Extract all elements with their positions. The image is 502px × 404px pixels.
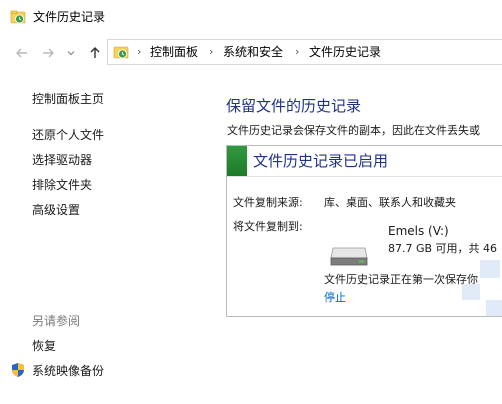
- drive-name: Emels (V:): [388, 224, 449, 238]
- up-button[interactable]: [86, 44, 104, 62]
- forward-button[interactable]: [39, 44, 57, 62]
- blur-block: [462, 284, 480, 300]
- progress-text: 文件历史记录正在第一次保存你: [324, 273, 478, 286]
- source-label: 文件复制来源:: [233, 196, 303, 209]
- up-arrow-icon: [90, 47, 100, 58]
- shield-icon: [12, 363, 24, 377]
- hard-drive-icon: [330, 247, 368, 266]
- recent-locations-button[interactable]: [62, 44, 80, 62]
- system-image-backup-link[interactable]: 系统映像备份: [32, 364, 104, 378]
- chevron-right-icon: ›: [137, 45, 142, 58]
- divider: [227, 176, 502, 177]
- restore-personal-files-link[interactable]: 还原个人文件: [32, 128, 104, 142]
- forward-arrow-icon: [43, 48, 54, 58]
- page-title: 保留文件的历史记录: [226, 97, 362, 115]
- window-title: 文件历史记录: [33, 10, 106, 24]
- back-arrow-icon: [16, 48, 27, 58]
- stop-link[interactable]: 停止: [324, 291, 346, 305]
- select-drive-link[interactable]: 选择驱动器: [32, 153, 92, 167]
- file-history-window: 文件历史记录 › 控制面板 › 系统和安全 › 文件历史记录 控制面板主页 还原…: [0, 0, 502, 404]
- drive-space: 87.7 GB 可用，共 46: [388, 242, 498, 255]
- chevron-right-icon: ›: [295, 45, 300, 58]
- exclude-folders-link[interactable]: 排除文件夹: [32, 178, 92, 192]
- address-bar[interactable]: › 控制面板 › 系统和安全 › 文件历史记录: [107, 39, 502, 65]
- status-heading: 文件历史记录已启用: [253, 152, 389, 170]
- control-panel-home-link[interactable]: 控制面板主页: [32, 92, 104, 106]
- chevron-down-icon: [67, 51, 75, 56]
- breadcrumb-system-security[interactable]: 系统和安全: [223, 45, 283, 59]
- breadcrumb-control-panel[interactable]: 控制面板: [150, 45, 198, 59]
- recovery-link[interactable]: 恢复: [32, 339, 56, 353]
- page-description: 文件历史记录会保存文件的副本，因此在文件丢失或: [227, 124, 480, 137]
- blur-block: [480, 260, 500, 278]
- status-indicator-bar: [227, 146, 247, 176]
- breadcrumb-file-history[interactable]: 文件历史记录: [309, 45, 381, 59]
- source-value: 库、桌面、联系人和收藏夹: [324, 196, 456, 209]
- navigation-bar: › 控制面板 › 系统和安全 › 文件历史记录: [0, 36, 502, 70]
- blur-block: [486, 300, 502, 316]
- destination-label: 将文件复制到:: [233, 220, 303, 233]
- control-panel-icon: [113, 46, 129, 59]
- chevron-right-icon: ›: [209, 45, 214, 58]
- title-bar: 文件历史记录: [0, 0, 502, 34]
- back-button[interactable]: [13, 44, 31, 62]
- status-panel: 文件历史记录已启用 文件复制来源: 库、桌面、联系人和收藏夹 将文件复制到: E…: [226, 145, 502, 317]
- advanced-settings-link[interactable]: 高级设置: [32, 203, 80, 217]
- see-also-header: 另请参阅: [32, 314, 81, 328]
- file-history-icon: [10, 10, 26, 24]
